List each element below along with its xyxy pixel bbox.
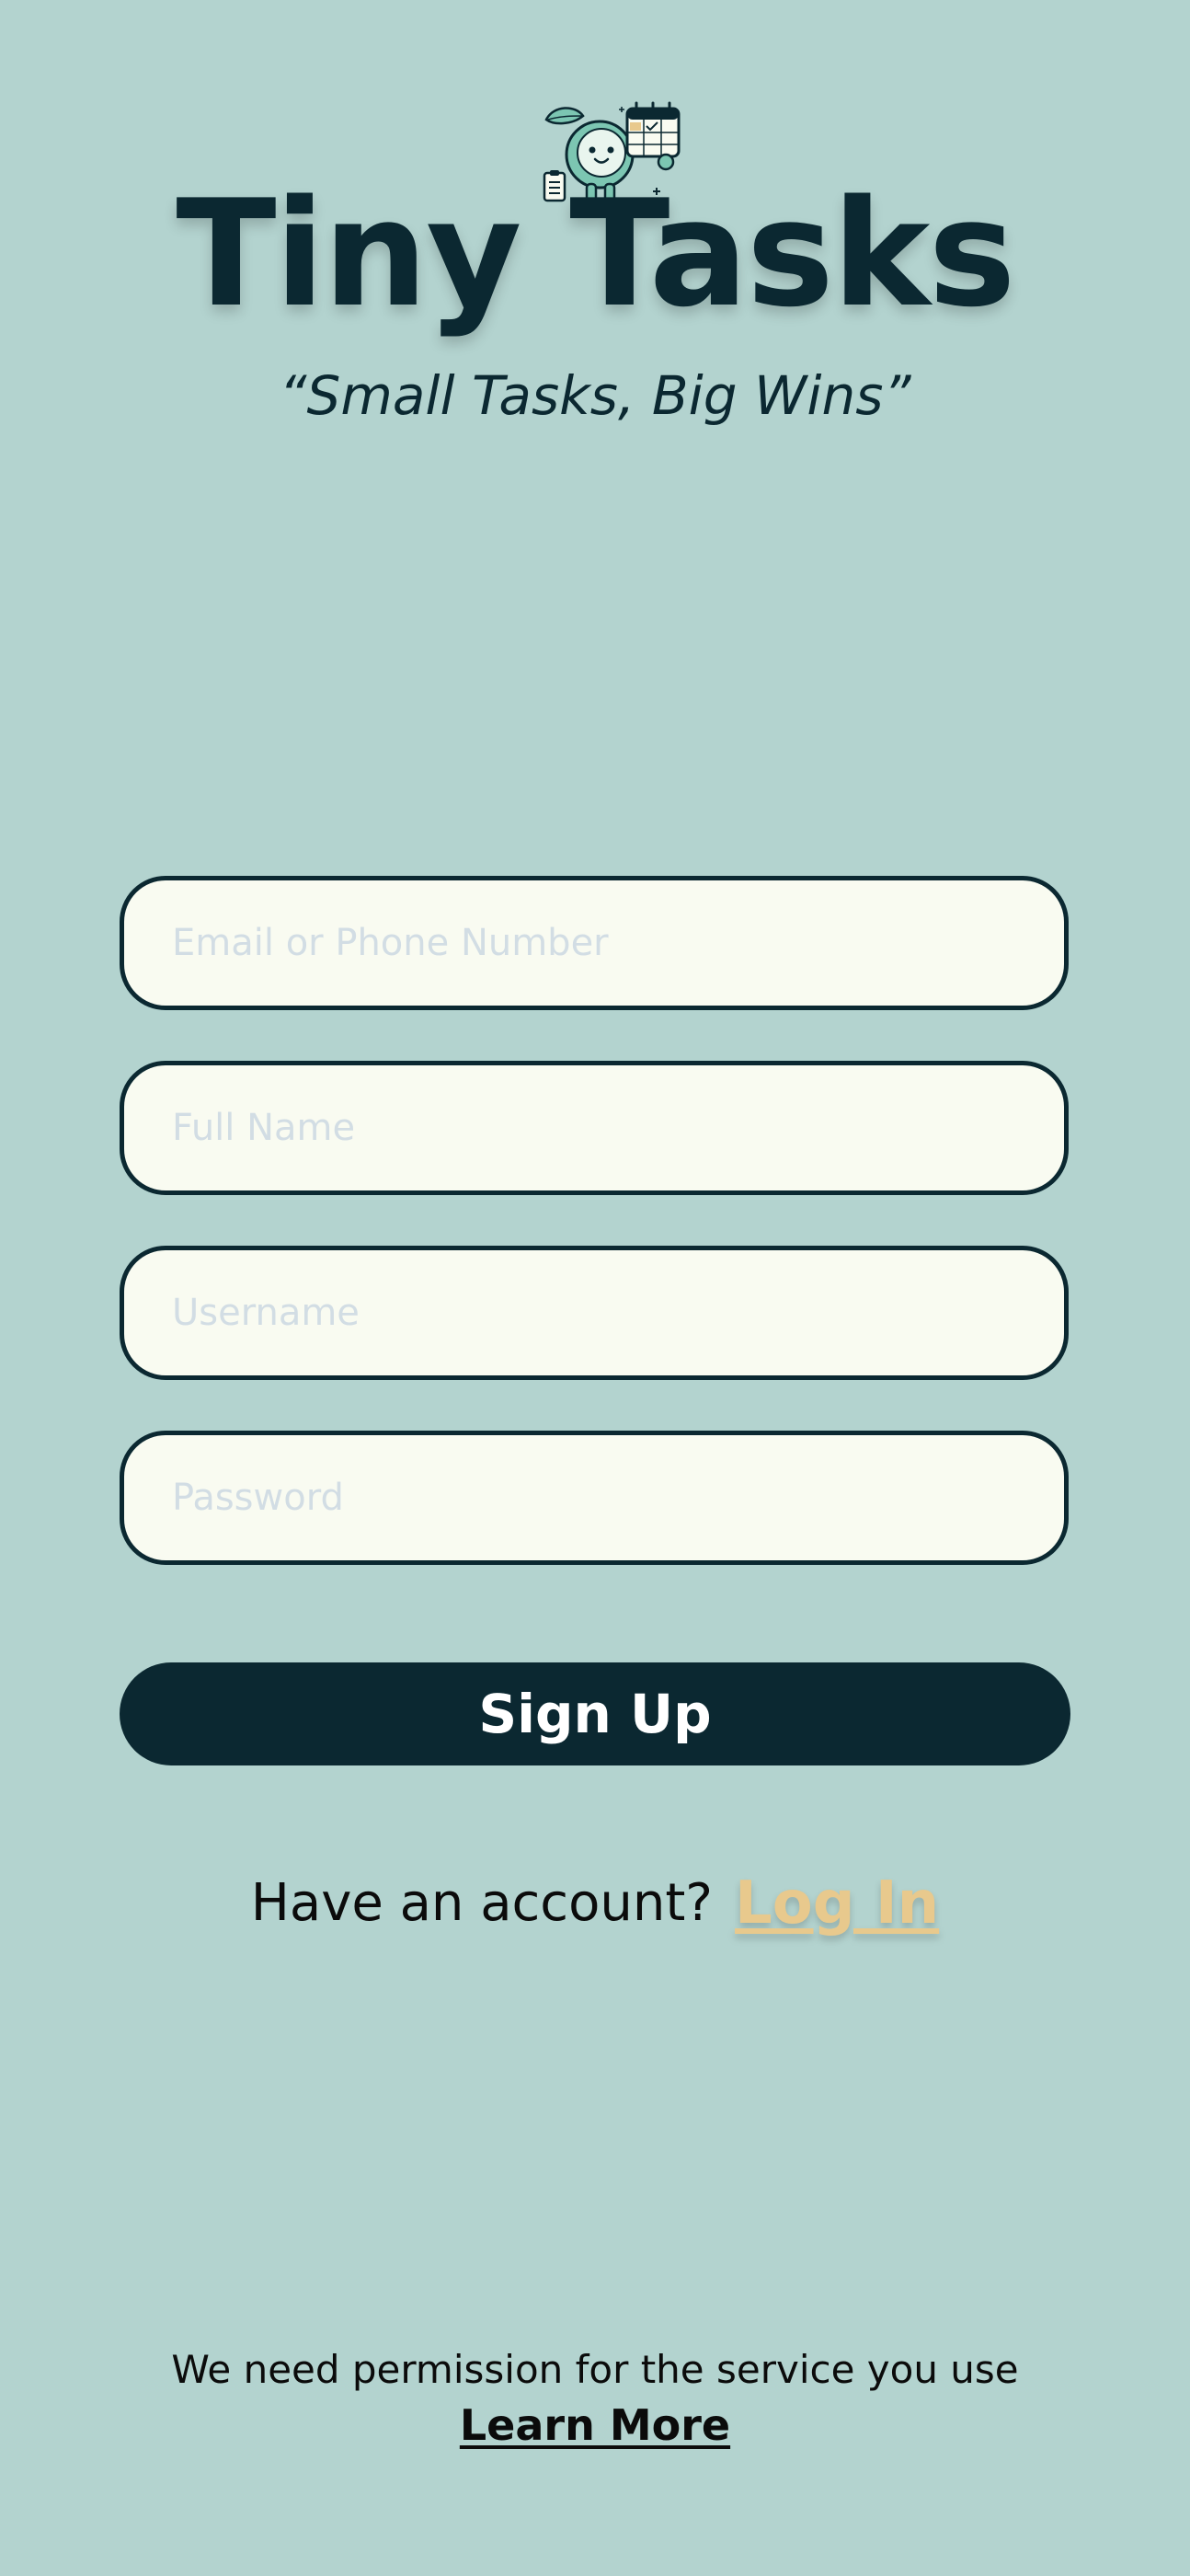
email-or-phone-field[interactable]	[120, 876, 1069, 1010]
learn-more-link[interactable]: Learn More	[0, 2396, 1190, 2455]
app-tagline: “Small Tasks, Big Wins”	[279, 364, 911, 427]
have-account-label: Have an account?	[250, 1873, 714, 1933]
username-field[interactable]	[120, 1246, 1069, 1380]
app-title: Tiny Tasks	[176, 167, 1015, 339]
full-name-field[interactable]	[120, 1061, 1069, 1195]
full-name-input[interactable]	[172, 1065, 1018, 1190]
permission-notice: We need permission for the service you u…	[171, 2347, 1019, 2392]
username-input[interactable]	[172, 1250, 1018, 1375]
password-input[interactable]	[172, 1435, 1018, 1560]
password-field[interactable]	[120, 1431, 1069, 1565]
login-prompt-row: Have an account? Log In	[0, 1862, 1190, 1945]
email-or-phone-input[interactable]	[172, 880, 1018, 1006]
sign-up-button[interactable]: Sign Up	[120, 1662, 1070, 1765]
log-in-link[interactable]: Log In	[735, 1869, 939, 1938]
